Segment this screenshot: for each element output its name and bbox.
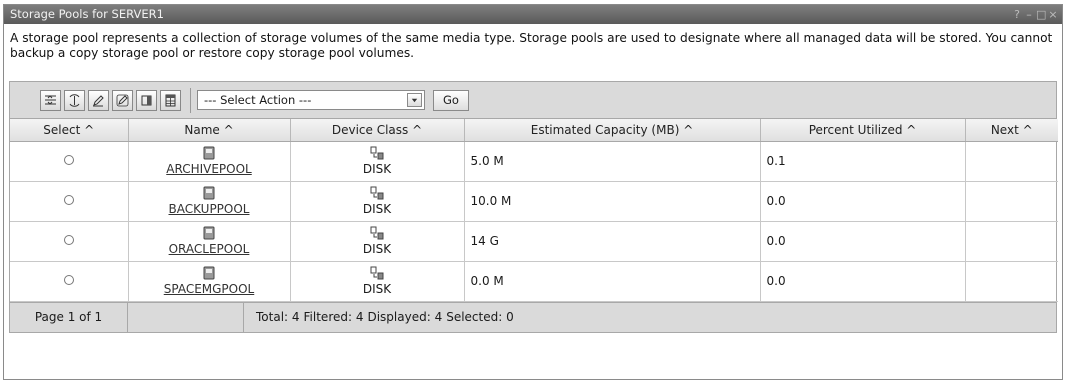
storage-pool-table-container: --- Select Action --- Go Select ^ Name ^… <box>9 81 1058 333</box>
storage-pool-icon <box>203 266 215 280</box>
pencil-icon <box>93 94 104 106</box>
next-cell <box>965 181 1058 222</box>
device-class-value: DISK <box>362 162 392 176</box>
edit-button[interactable] <box>88 89 109 111</box>
storage-pool-icon <box>203 146 215 160</box>
show-table-button[interactable] <box>160 89 181 111</box>
close-icon[interactable]: × <box>1048 5 1058 24</box>
pool-name-link[interactable]: ORACLEPOOL <box>169 242 250 256</box>
table-row: ORACLEPOOL DISK 14 G 0.0 <box>10 221 1058 262</box>
footer-spacer <box>128 302 244 332</box>
maximize-icon[interactable]: □ <box>1036 5 1046 24</box>
device-class-value: DISK <box>362 242 392 256</box>
table-icon <box>165 94 176 106</box>
select-action-dropdown[interactable]: --- Select Action --- <box>197 90 425 110</box>
select-all-icon <box>45 94 56 105</box>
next-cell <box>965 261 1058 302</box>
percent-cell: 0.0 <box>760 181 966 222</box>
device-class-value: DISK <box>362 282 392 296</box>
window-title: Storage Pools for SERVER1 <box>10 7 164 21</box>
select-action-value: --- Select Action --- <box>204 93 312 107</box>
device-class-value: DISK <box>362 202 392 216</box>
filtered-count: Filtered: 4 <box>303 310 364 324</box>
select-all-button[interactable] <box>40 89 61 111</box>
capacity-cell: 10.0 M <box>464 181 761 222</box>
disk-device-icon <box>370 226 384 240</box>
column-icon <box>141 95 152 105</box>
table-row: ARCHIVEPOOL DISK 5.0 M 0.1 <box>10 141 1058 182</box>
next-cell <box>965 221 1058 262</box>
next-cell <box>965 141 1058 182</box>
row-select-radio[interactable] <box>63 155 74 165</box>
help-icon[interactable]: ? <box>1012 5 1022 24</box>
table-row: SPACEMGPOOL DISK 0.0 M 0.0 <box>10 261 1058 302</box>
table-footer: Page 1 of 1 Total: 4 Filtered: 4 Display… <box>10 301 1056 332</box>
table-row: BACKUPPOOL DISK 10.0 M 0.0 <box>10 181 1058 222</box>
capacity-cell: 0.0 M <box>464 261 761 302</box>
percent-cell: 0.0 <box>760 221 966 262</box>
disk-device-icon <box>370 186 384 200</box>
eraser-icon <box>116 94 129 106</box>
row-select-radio[interactable] <box>63 195 74 205</box>
show-columns-button[interactable] <box>136 89 157 111</box>
row-select-radio[interactable] <box>63 235 74 245</box>
pool-name-link[interactable]: SPACEMGPOOL <box>164 282 255 296</box>
page-description: A storage pool represents a collection o… <box>10 31 1053 60</box>
storage-pool-icon <box>203 226 215 240</box>
header-next[interactable]: Next ^ <box>965 119 1058 142</box>
toolbar-separator <box>190 87 191 113</box>
deselect-all-button[interactable] <box>64 89 85 111</box>
storage-pool-icon <box>203 186 215 200</box>
header-select[interactable]: Select ^ <box>10 119 129 142</box>
percent-cell: 0.1 <box>760 141 966 182</box>
disk-device-icon <box>370 266 384 280</box>
clear-filter-button[interactable] <box>112 89 133 111</box>
chevron-down-icon[interactable] <box>407 93 422 107</box>
displayed-count: Displayed: 4 <box>367 310 443 324</box>
table-status: Total: 4 Filtered: 4 Displayed: 4 Select… <box>244 303 514 332</box>
capacity-cell: 14 G <box>464 221 761 262</box>
page-indicator: Page 1 of 1 <box>10 302 128 332</box>
go-button[interactable]: Go <box>433 89 469 111</box>
table-toolbar: --- Select Action --- Go <box>10 82 1056 119</box>
disk-device-icon <box>370 146 384 160</box>
deselect-all-icon <box>69 93 80 107</box>
storage-pool-table: Select ^ Name ^ Device Class ^ Estimated… <box>10 119 1058 302</box>
capacity-cell: 5.0 M <box>464 141 761 182</box>
header-name[interactable]: Name ^ <box>128 119 291 142</box>
selected-count: Selected: 0 <box>446 310 514 324</box>
row-select-radio[interactable] <box>63 275 74 285</box>
header-device-class[interactable]: Device Class ^ <box>290 119 465 142</box>
header-estimated-capacity[interactable]: Estimated Capacity (MB) ^ <box>464 119 761 142</box>
window-controls: ? – □ × <box>1012 5 1058 24</box>
portlet-titlebar: Storage Pools for SERVER1 ? – □ × <box>4 5 1062 24</box>
minimize-icon[interactable]: – <box>1024 5 1034 24</box>
percent-cell: 0.0 <box>760 261 966 302</box>
pool-name-link[interactable]: ARCHIVEPOOL <box>166 162 252 176</box>
table-header-row: Select ^ Name ^ Device Class ^ Estimated… <box>10 119 1058 142</box>
pool-name-link[interactable]: BACKUPPOOL <box>169 202 250 216</box>
header-percent-utilized[interactable]: Percent Utilized ^ <box>760 119 966 142</box>
total-count: Total: 4 <box>256 310 300 324</box>
